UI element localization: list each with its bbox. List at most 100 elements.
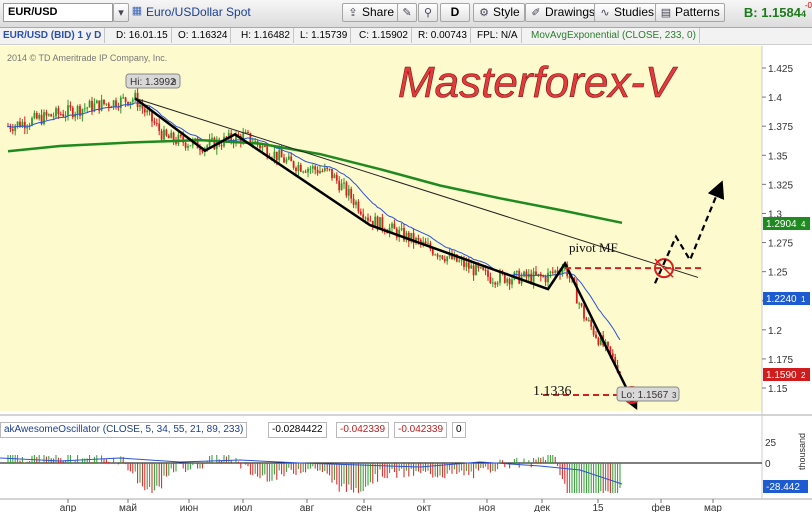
- candle-body: [52, 116, 55, 118]
- x-tick-label: апр: [60, 503, 77, 512]
- candle-body: [479, 267, 482, 269]
- candle-body: [525, 271, 528, 278]
- candle-body: [391, 223, 393, 228]
- candle-body: [287, 156, 290, 160]
- price-tag-green-text: 1.2904: [766, 219, 797, 230]
- candle-body: [583, 305, 585, 319]
- candle-body: [211, 137, 213, 140]
- candle-body: [83, 108, 86, 110]
- candle-body: [323, 167, 326, 172]
- candle-body: [155, 123, 158, 125]
- candle-body: [491, 282, 494, 284]
- candle-body: [47, 114, 50, 116]
- candle-body: [103, 99, 105, 104]
- candle-body: [434, 254, 437, 256]
- candle-body: [333, 174, 336, 179]
- candle-body: [347, 188, 350, 196]
- candle-body: [91, 100, 93, 111]
- candle-body: [475, 263, 477, 276]
- candle-body: [597, 337, 600, 345]
- candle-body: [124, 97, 127, 102]
- x-tick-label: мар: [704, 503, 722, 512]
- y-tick-label: 1.15: [768, 384, 788, 395]
- candle-body: [38, 114, 41, 119]
- candle-body: [115, 100, 117, 108]
- price-tag-red-text: 1.1590: [766, 370, 797, 381]
- lo-label: Lo: 1.1567 3: [616, 386, 680, 402]
- price-tag-green: 1.2904 4: [763, 217, 810, 230]
- candle-body: [352, 198, 355, 205]
- candle-body: [139, 104, 141, 107]
- hi-label: Hi: 1.3992 8: [125, 73, 181, 89]
- candle-body: [467, 262, 470, 269]
- candle-body: [290, 156, 293, 162]
- candle-body: [547, 272, 549, 283]
- candle-body: [443, 258, 446, 262]
- candle-body: [283, 157, 285, 163]
- candle-body: [314, 166, 317, 170]
- candle-body: [86, 107, 89, 109]
- candle-body: [364, 217, 367, 219]
- y-tick-label: 1.275: [768, 239, 793, 250]
- candle-body: [62, 114, 65, 117]
- candle-body: [424, 241, 427, 244]
- candle-body: [367, 217, 369, 221]
- x-tick-label: ноя: [479, 503, 496, 512]
- candle-body: [280, 150, 283, 158]
- candle-body: [59, 114, 62, 116]
- candle-body: [88, 100, 91, 108]
- x-tick-label: фев: [651, 502, 670, 512]
- candle-body: [518, 270, 521, 284]
- lo-label-small: 3: [672, 391, 677, 400]
- candle-body: [278, 150, 281, 161]
- candle-body: [285, 159, 288, 163]
- candle-body: [319, 170, 321, 174]
- candle-body: [417, 237, 420, 240]
- candle-body: [335, 174, 338, 181]
- hi-label-small: 8: [172, 78, 177, 87]
- osc-tick-25: 25: [765, 438, 777, 449]
- candle-body: [441, 255, 444, 259]
- candle-body: [69, 105, 72, 108]
- candle-body: [184, 142, 187, 148]
- candle-body: [107, 103, 110, 107]
- candle-body: [592, 326, 595, 335]
- candle-body: [311, 166, 314, 169]
- candle-body: [302, 171, 305, 173]
- y-tick-label: 1.425: [768, 64, 793, 75]
- candle-body: [170, 132, 173, 139]
- candle-body: [446, 256, 449, 262]
- candle-body: [131, 99, 134, 102]
- candle-body: [259, 144, 261, 149]
- candle-body: [57, 108, 60, 115]
- y-tick-label: 1.2: [768, 326, 782, 337]
- candle-body: [263, 146, 266, 148]
- pivot-annotation: pivot MF: [569, 240, 618, 255]
- candle-body: [532, 271, 535, 284]
- candle-body: [328, 168, 331, 170]
- candle-body: [458, 260, 461, 262]
- candle-body: [340, 183, 343, 191]
- candle-body: [381, 217, 384, 230]
- candle-body: [35, 113, 38, 119]
- candle-body: [307, 168, 309, 173]
- candle-body: [275, 151, 278, 161]
- osc-unit-label: thousand: [797, 433, 807, 470]
- y-tick-label: 1.175: [768, 355, 793, 366]
- candle-body: [331, 169, 333, 179]
- price-tag-blue-text: 1.2240: [766, 294, 797, 305]
- candle-body: [551, 271, 554, 273]
- candle-body: [359, 211, 362, 215]
- oscillator-panel-background: [0, 437, 762, 499]
- y-tick-label: 1.25: [768, 268, 788, 279]
- candle-body: [554, 270, 557, 273]
- candle-body: [496, 282, 499, 285]
- candle-body: [535, 271, 537, 275]
- candle-body: [489, 276, 492, 284]
- candle-body: [431, 248, 434, 255]
- candle-body: [482, 267, 485, 270]
- candle-body: [343, 182, 345, 184]
- copyright-text: 2014 © TD Ameritrade IP Company, Inc.: [7, 53, 167, 63]
- candle-body: [177, 134, 180, 144]
- osc-name[interactable]: akAwesomeOscillator (CLOSE, 5, 34, 55, 2…: [0, 422, 248, 438]
